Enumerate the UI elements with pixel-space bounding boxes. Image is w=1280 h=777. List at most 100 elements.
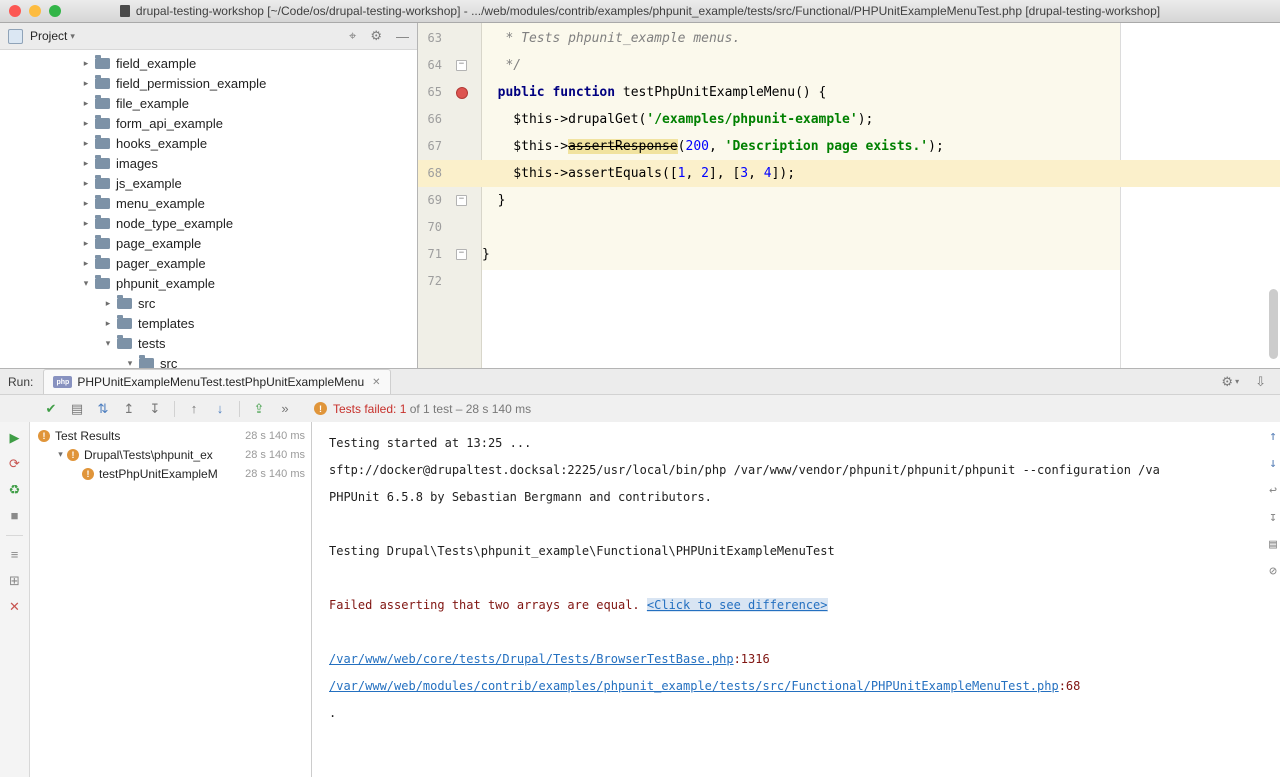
- gutter-cell[interactable]: −: [442, 187, 481, 214]
- collapse-all-icon[interactable]: ↧: [144, 401, 166, 417]
- code-line-71[interactable]: 71−}: [418, 241, 1280, 268]
- run-settings-button[interactable]: ⚙ ▾: [1221, 374, 1239, 390]
- chevron-collapsed-icon[interactable]: ▸: [101, 318, 115, 329]
- chevron-expanded-icon[interactable]: ▾: [101, 338, 115, 349]
- chevron-collapsed-icon[interactable]: ▸: [79, 178, 93, 189]
- run-tab[interactable]: php PHPUnitExampleMenuTest.testPhpUnitEx…: [43, 369, 390, 394]
- file-link[interactable]: /var/www/web/modules/contrib/examples/ph…: [329, 679, 1059, 693]
- file-link[interactable]: /var/www/web/core/tests/Drupal/Tests/Bro…: [329, 652, 734, 666]
- line-number[interactable]: 63: [418, 25, 442, 52]
- tree-item-field_permission_example[interactable]: ▸field_permission_example: [0, 73, 417, 93]
- test-tree-item[interactable]: !testPhpUnitExampleM28 s 140 ms: [30, 464, 311, 483]
- gutter-cell[interactable]: [442, 268, 481, 295]
- hide-toolwindow-icon[interactable]: ⇩: [1255, 374, 1266, 390]
- chevron-collapsed-icon[interactable]: ▸: [101, 298, 115, 309]
- scroll-up-icon[interactable]: ↑: [1269, 430, 1277, 444]
- gear-icon[interactable]: ⚙: [370, 28, 382, 44]
- gutter-cell[interactable]: [442, 106, 481, 133]
- tree-item-templates[interactable]: ▸templates: [0, 313, 417, 333]
- code-line-72[interactable]: 72: [418, 268, 1280, 295]
- minimize-window-button[interactable]: [29, 5, 41, 17]
- hide-panel-icon[interactable]: —: [396, 29, 409, 44]
- soft-wrap-icon[interactable]: ↩: [1269, 484, 1277, 498]
- chevron-collapsed-icon[interactable]: ▸: [79, 78, 93, 89]
- tree-item-pager_example[interactable]: ▸pager_example: [0, 253, 417, 273]
- fold-marker-icon[interactable]: −: [456, 60, 467, 71]
- chevron-collapsed-icon[interactable]: ▸: [79, 98, 93, 109]
- chevron-expanded-icon[interactable]: ▾: [123, 358, 137, 369]
- tree-item-phpunit_example[interactable]: ▾phpunit_example: [0, 273, 417, 293]
- code-line-67[interactable]: 67 $this->assertResponse(200, 'Descripti…: [418, 133, 1280, 160]
- line-number[interactable]: 71: [418, 241, 442, 268]
- tree-item-src[interactable]: ▾src: [0, 353, 417, 368]
- line-number[interactable]: 69: [418, 187, 442, 214]
- import-test-results-icon[interactable]: ⇪: [248, 401, 270, 417]
- gutter-cell[interactable]: [442, 160, 481, 187]
- tree-item-node_type_example[interactable]: ▸node_type_example: [0, 213, 417, 233]
- tree-item-images[interactable]: ▸images: [0, 153, 417, 173]
- tree-item-page_example[interactable]: ▸page_example: [0, 233, 417, 253]
- print-icon[interactable]: ▤: [1269, 538, 1277, 552]
- show-ignored-icon[interactable]: ▤: [66, 401, 88, 417]
- test-console[interactable]: Testing started at 13:25 ...sftp://docke…: [312, 422, 1280, 777]
- code-line-70[interactable]: 70: [418, 214, 1280, 241]
- test-tree-item[interactable]: ▾!Drupal\Tests\phpunit_ex28 s 140 ms: [30, 445, 311, 464]
- line-number[interactable]: 67: [418, 133, 442, 160]
- chevron-collapsed-icon[interactable]: ▸: [79, 218, 93, 229]
- show-passed-icon[interactable]: ✔: [40, 401, 62, 417]
- close-window-button[interactable]: [9, 5, 21, 17]
- chevron-collapsed-icon[interactable]: ▸: [79, 198, 93, 209]
- expand-all-icon[interactable]: ↥: [118, 401, 140, 417]
- previous-failed-test-icon[interactable]: ↑: [183, 401, 205, 416]
- close-tab-icon[interactable]: ✕: [372, 377, 380, 388]
- tree-item-js_example[interactable]: ▸js_example: [0, 173, 417, 193]
- gutter-cell[interactable]: [442, 214, 481, 241]
- gutter-cell[interactable]: −: [442, 52, 481, 79]
- diff-link[interactable]: <Click to see difference>: [647, 598, 828, 612]
- code-line-66[interactable]: 66 $this->drupalGet('/examples/phpunit-e…: [418, 106, 1280, 133]
- scroll-down-icon[interactable]: ↓: [1269, 457, 1277, 471]
- test-statistics-icon[interactable]: ≡: [11, 548, 19, 562]
- code-line-65[interactable]: 65 public function testPhpUnitExampleMen…: [418, 79, 1280, 106]
- gutter-cell[interactable]: [442, 133, 481, 160]
- locate-file-icon[interactable]: ⌖: [349, 28, 356, 44]
- tree-item-src[interactable]: ▸src: [0, 293, 417, 313]
- editor[interactable]: 63 * Tests phpunit_example menus.64− */6…: [418, 23, 1280, 368]
- more-actions-icon[interactable]: »: [274, 401, 296, 416]
- toggle-auto-test-icon[interactable]: ♻: [9, 483, 21, 497]
- chevron-collapsed-icon[interactable]: ▸: [79, 118, 93, 129]
- chevron-collapsed-icon[interactable]: ▸: [79, 158, 93, 169]
- tree-item-tests[interactable]: ▾tests: [0, 333, 417, 353]
- line-number[interactable]: 72: [418, 268, 442, 295]
- scroll-to-end-icon[interactable]: ↧: [1269, 511, 1277, 525]
- line-number[interactable]: 64: [418, 52, 442, 79]
- tree-item-file_example[interactable]: ▸file_example: [0, 93, 417, 113]
- fold-marker-icon[interactable]: −: [456, 195, 467, 206]
- fullscreen-window-button[interactable]: [49, 5, 61, 17]
- next-failed-test-icon[interactable]: ↓: [209, 401, 231, 416]
- rerun-failed-tests-icon[interactable]: ⟳: [9, 457, 20, 471]
- close-run-panel-icon[interactable]: ✕: [9, 600, 20, 614]
- failed-test-gutter-icon[interactable]: [456, 87, 468, 99]
- test-tree-item[interactable]: !Test Results28 s 140 ms: [30, 426, 311, 445]
- clear-console-icon[interactable]: ⊘: [1269, 565, 1277, 579]
- line-number[interactable]: 65: [418, 79, 442, 106]
- sort-by-duration-icon[interactable]: ⇅: [92, 401, 114, 417]
- chevron-collapsed-icon[interactable]: ▸: [79, 238, 93, 249]
- code-line-64[interactable]: 64− */: [418, 52, 1280, 79]
- chevron-expanded-icon[interactable]: ▾: [54, 449, 67, 460]
- tree-item-form_api_example[interactable]: ▸form_api_example: [0, 113, 417, 133]
- code-line-68[interactable]: 68 $this->assertEquals([1, 2], [3, 4]);: [418, 160, 1280, 187]
- gutter-cell[interactable]: [442, 25, 481, 52]
- editor-scrollbar-thumb[interactable]: [1269, 289, 1278, 359]
- code-line-69[interactable]: 69− }: [418, 187, 1280, 214]
- tree-item-hooks_example[interactable]: ▸hooks_example: [0, 133, 417, 153]
- chevron-collapsed-icon[interactable]: ▸: [79, 258, 93, 269]
- line-number[interactable]: 66: [418, 106, 442, 133]
- rerun-test-icon[interactable]: ▶: [10, 431, 20, 445]
- chevron-collapsed-icon[interactable]: ▸: [79, 58, 93, 69]
- gutter-cell[interactable]: −: [442, 241, 481, 268]
- code-line-63[interactable]: 63 * Tests phpunit_example menus.: [418, 25, 1280, 52]
- line-number[interactable]: 68: [418, 160, 442, 187]
- restore-layout-icon[interactable]: ⊞: [9, 574, 20, 588]
